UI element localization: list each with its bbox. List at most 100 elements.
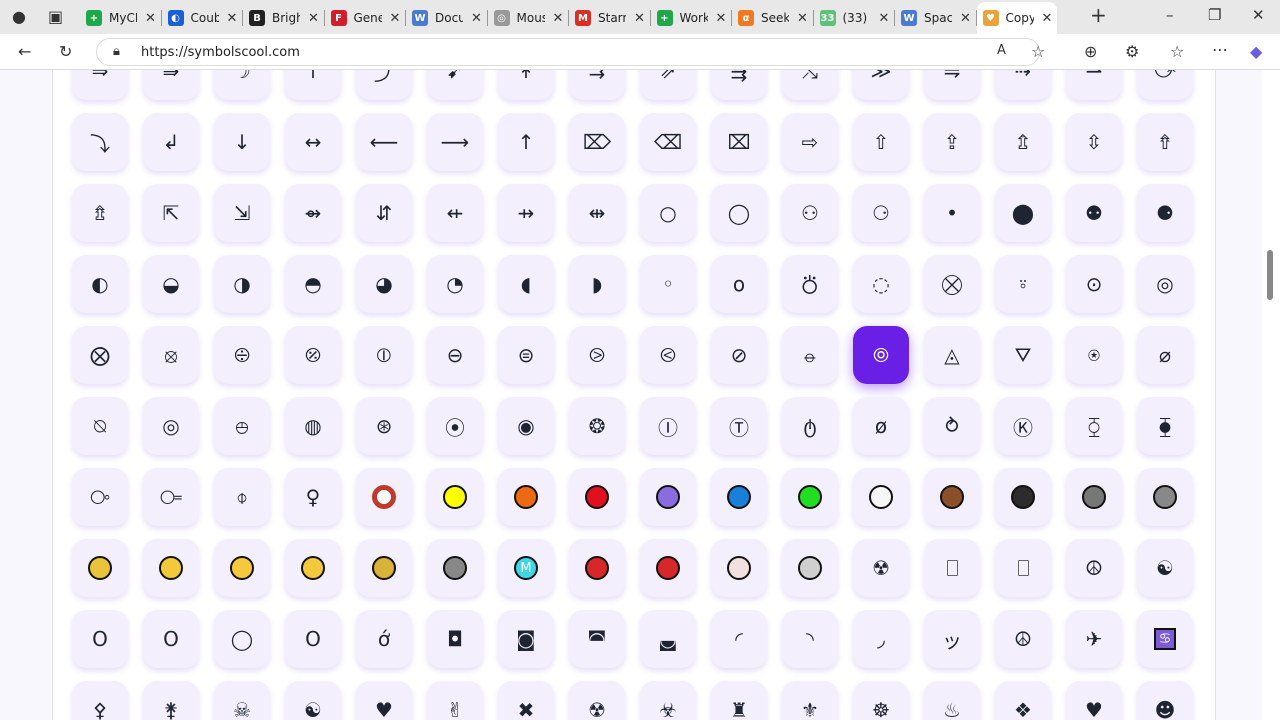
symbol-card[interactable]: ⚉: [1066, 184, 1122, 242]
symbol-card[interactable]: ⤵: [72, 113, 128, 171]
symbol-card[interactable]: [711, 539, 767, 597]
symbol-card[interactable]: ◎: [1137, 255, 1193, 313]
symbol-card[interactable]: ⍉: [72, 397, 128, 455]
symbol-card[interactable]: ☣: [640, 681, 696, 720]
browser-tab[interactable]: 33 (33) \ ✕: [814, 4, 894, 32]
symbol-card[interactable]: [569, 539, 625, 597]
symbol-card[interactable]: ⚇: [782, 184, 838, 242]
symbol-card[interactable]: [569, 468, 625, 526]
symbol-card[interactable]: ⛛: [995, 326, 1051, 384]
symbol-card[interactable]: [427, 539, 483, 597]
tab-close-icon[interactable]: ✕: [145, 11, 156, 26]
favorite-star-icon[interactable]: ☆: [1031, 42, 1045, 61]
symbol-card[interactable]: ⬤: [995, 184, 1051, 242]
symbol-card[interactable]: ⧁: [569, 326, 625, 384]
symbol-card[interactable]: ⌀: [1137, 326, 1193, 384]
symbol-card[interactable]: ◚: [569, 610, 625, 668]
browser-tab[interactable]: + MyCF ✕: [80, 4, 160, 32]
symbol-card[interactable]: [285, 539, 341, 597]
symbol-card[interactable]: ⧃: [143, 468, 199, 526]
symbol-card[interactable]: ⤭: [782, 70, 838, 100]
symbol-card[interactable]: ◘: [427, 610, 483, 668]
symbol-card[interactable]: ◯: [711, 184, 767, 242]
symbol-card[interactable]: ⇬: [995, 113, 1051, 171]
symbol-card[interactable]: ⤻: [1137, 70, 1193, 100]
symbol-card[interactable]: ⦻: [143, 326, 199, 384]
symbol-card[interactable]: [1137, 468, 1193, 526]
browser-tab[interactable]: W Docu ✕: [406, 4, 486, 32]
symbol-card[interactable]: ø: [853, 397, 909, 455]
refresh-icon[interactable]: ↻: [59, 42, 72, 61]
close-window-button[interactable]: ✕: [1252, 6, 1265, 24]
symbol-card[interactable]: ◑: [214, 255, 270, 313]
symbol-card[interactable]: ⟶: [427, 113, 483, 171]
symbol-card[interactable]: [356, 468, 412, 526]
symbol-card[interactable]: ☯: [1137, 539, 1193, 597]
symbol-card[interactable]: ⥁: [924, 397, 980, 455]
tab-close-icon[interactable]: ✕: [553, 11, 564, 26]
symbol-card[interactable]: [782, 539, 838, 597]
profile-icon[interactable]: ●: [12, 7, 26, 26]
symbol-card[interactable]: [924, 539, 980, 597]
symbol-card[interactable]: ⇗: [640, 70, 696, 100]
symbol-card[interactable]: ✌: [427, 681, 483, 720]
symbol-card[interactable]: [143, 539, 199, 597]
symbol-card[interactable]: ⦵: [782, 326, 838, 384]
symbol-card[interactable]: [782, 468, 838, 526]
tab-close-icon[interactable]: ✕: [797, 11, 808, 26]
symbol-card[interactable]: ⊜: [498, 326, 554, 384]
symbol-card[interactable]: ◐: [72, 255, 128, 313]
symbol-card[interactable]: ⌽: [214, 468, 270, 526]
symbol-card[interactable]: ☢: [853, 539, 909, 597]
symbol-card[interactable]: ⧂: [72, 468, 128, 526]
symbol-card[interactable]: ◦: [640, 255, 696, 313]
tab-close-icon[interactable]: ✕: [879, 11, 890, 26]
tab-close-icon[interactable]: ✕: [634, 11, 645, 26]
symbol-card[interactable]: ⇶: [711, 70, 767, 100]
browser-tab[interactable]: ◎ Mous ✕: [488, 4, 568, 32]
globe-icon[interactable]: ⊕: [1084, 42, 1097, 61]
symbol-card[interactable]: ☢: [569, 681, 625, 720]
symbol-card[interactable]: ↔: [285, 113, 341, 171]
symbol-card[interactable]: ⇛: [143, 70, 199, 100]
symbol-card[interactable]: ⇉: [569, 70, 625, 100]
symbol-card[interactable]: ⌧: [711, 113, 767, 171]
symbol-card[interactable]: ⚵: [143, 681, 199, 720]
symbol-card[interactable]: Ⓘ: [640, 397, 696, 455]
symbol-card[interactable]: ⦶: [356, 326, 412, 384]
scrollbar-thumb[interactable]: [1267, 250, 1273, 300]
read-aloud-icon[interactable]: A: [997, 43, 1006, 58]
browser-tab[interactable]: W Spac ✕: [895, 4, 975, 32]
symbol-card[interactable]: ◞: [853, 610, 909, 668]
symbol-card[interactable]: [72, 539, 128, 597]
tab-close-icon[interactable]: ✕: [716, 11, 727, 26]
symbol-card[interactable]: ⚜: [782, 681, 838, 720]
symbol-card[interactable]: ↓: [214, 113, 270, 171]
symbol-card[interactable]: [995, 468, 1051, 526]
symbol-card[interactable]: ◒: [143, 255, 199, 313]
symbol-card[interactable]: ♀: [285, 468, 341, 526]
tab-close-icon[interactable]: ✕: [960, 11, 971, 26]
symbol-card[interactable]: ↑: [285, 70, 341, 100]
symbol-card[interactable]: ⇵: [356, 184, 412, 242]
symbol-card[interactable]: ♨: [924, 681, 980, 720]
symbol-card[interactable]: ⧲: [1066, 397, 1122, 455]
symbol-card[interactable]: ⍤: [995, 255, 1051, 313]
symbol-card[interactable]: ⨸: [214, 326, 270, 384]
symbol-card[interactable]: ♥: [356, 681, 412, 720]
symbol-card[interactable]: ⇷: [427, 184, 483, 242]
symbol-card[interactable]: ⇧: [853, 113, 909, 171]
symbol-card[interactable]: ♋: [1137, 610, 1193, 668]
symbol-card[interactable]: Ⓣ: [711, 397, 767, 455]
symbol-card[interactable]: ⛣: [782, 255, 838, 313]
symbol-card[interactable]: ◓: [285, 255, 341, 313]
browser-tab[interactable]: α Seek ✕: [732, 4, 812, 32]
browser-tab[interactable]: + Work ✕: [651, 4, 731, 32]
symbol-card[interactable]: ớ: [356, 610, 412, 668]
back-icon[interactable]: ←: [18, 42, 31, 61]
symbol-card[interactable]: O: [285, 610, 341, 668]
symbol-card[interactable]: ⚆: [853, 184, 909, 242]
symbol-card[interactable]: ◉: [498, 397, 554, 455]
symbol-card[interactable]: ⤴: [356, 70, 412, 100]
symbol-card[interactable]: ◍: [285, 397, 341, 455]
